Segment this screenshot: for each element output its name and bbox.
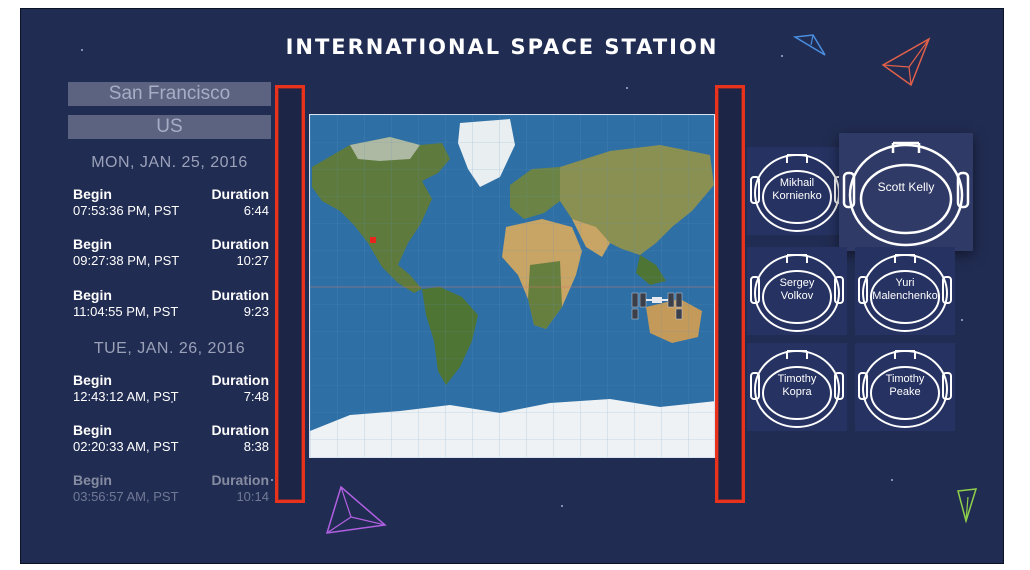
astronaut-name: Timothy Peake [865, 373, 945, 399]
triangle-icon-blue [793, 34, 826, 56]
begin-label: Begin [73, 287, 112, 303]
star [961, 319, 963, 321]
location-marker [370, 237, 376, 243]
astronaut-card-selected[interactable]: Scott Kelly [839, 133, 973, 251]
duration-label: Duration [211, 287, 269, 303]
astronaut-name-line1: Yuri [895, 277, 915, 289]
pass-row[interactable]: Begin 07:53:36 PM, PST Duration 6:44 [73, 186, 269, 222]
astronaut-name-line1: Sergey [779, 277, 815, 289]
begin-time: 12:43:12 AM, PST [73, 389, 179, 404]
begin-label: Begin [73, 372, 112, 388]
duration-value: 6:44 [243, 203, 269, 218]
astronaut-card[interactable]: Timothy Peake [855, 343, 955, 431]
duration-value: 8:38 [243, 439, 269, 454]
astronaut-name: Sergey Volkov [757, 277, 837, 303]
duration-label: Duration [211, 472, 269, 488]
astronaut-name: Mikhail Kornienko [757, 177, 837, 203]
begin-time: 03:56:57 AM, PST [73, 489, 179, 504]
astronaut-name: Timothy Kopra [757, 373, 837, 399]
pass-row[interactable]: Begin 11:04:55 PM, PST Duration 9:23 [73, 287, 269, 323]
duration-value: 10:27 [236, 253, 269, 268]
astronaut-card[interactable]: Timothy Kopra [747, 343, 847, 431]
astronaut-name-line1: Mikhail [779, 177, 815, 189]
astronaut-name-line2: Malenchenko [872, 290, 938, 302]
pass-row[interactable]: Begin 02:20:33 AM, PST Duration 8:38 [73, 422, 269, 458]
astronaut-card[interactable]: Sergey Volkov [747, 247, 847, 335]
duration-label: Duration [211, 186, 269, 202]
tv-screen: INTERNATIONAL SPACE STATION San Francisc… [20, 8, 1004, 564]
astronaut-card[interactable]: Yuri Malenchenko [855, 247, 955, 335]
focus-bar-right[interactable] [715, 85, 745, 503]
triangle-icon-orange [881, 37, 931, 87]
star [891, 479, 893, 481]
triangle-icon-purple [325, 485, 387, 534]
duration-label: Duration [211, 422, 269, 438]
duration-label: Duration [211, 236, 269, 252]
location-country[interactable]: US [68, 115, 271, 139]
astronaut-card[interactable]: Mikhail Kornienko [747, 147, 847, 235]
pass-row[interactable]: Begin 12:43:12 AM, PST Duration 7:48 [73, 372, 269, 408]
astronaut-name-line2: Peake [889, 386, 921, 398]
astronaut-name-line2: Volkov [780, 290, 814, 302]
map-grid [310, 115, 714, 457]
triangle-icon-green [957, 488, 978, 523]
duration-label: Duration [211, 372, 269, 388]
begin-time: 07:53:36 PM, PST [73, 203, 180, 218]
astronaut-name-line2: Kopra [782, 386, 812, 398]
astronaut-name-line1: Timothy [885, 373, 925, 385]
world-map[interactable] [309, 114, 715, 458]
duration-value: 7:48 [243, 389, 269, 404]
location-city[interactable]: San Francisco [68, 82, 271, 106]
astronaut-name: Scott Kelly [849, 181, 963, 194]
begin-label: Begin [73, 236, 112, 252]
date-heading: MON, JAN. 25, 2016 [91, 154, 248, 171]
begin-time: 11:04:55 PM, PST [73, 304, 179, 319]
focus-bar-left[interactable] [275, 85, 305, 503]
begin-time: 09:27:38 PM, PST [73, 253, 180, 268]
duration-value: 10:14 [236, 489, 269, 504]
begin-time: 02:20:33 AM, PST [73, 439, 179, 454]
duration-value: 9:23 [243, 304, 269, 319]
pass-row[interactable]: Begin 09:27:38 PM, PST Duration 10:27 [73, 236, 269, 272]
begin-label: Begin [73, 186, 112, 202]
star [626, 87, 628, 89]
page-title: INTERNATIONAL SPACE STATION [285, 35, 719, 59]
pass-row[interactable]: Begin 03:56:57 AM, PST Duration 10:14 [73, 472, 269, 508]
begin-label: Begin [73, 422, 112, 438]
world-map-graphic [310, 115, 714, 457]
star [561, 505, 563, 507]
star [271, 479, 273, 481]
astronaut-name-line1: Scott Kelly [877, 180, 935, 194]
astronaut-name-line2: Kornienko [772, 190, 822, 202]
astronaut-name-line1: Timothy [777, 373, 817, 385]
astronaut-name: Yuri Malenchenko [865, 277, 945, 303]
begin-label: Begin [73, 472, 112, 488]
date-heading: TUE, JAN. 26, 2016 [93, 340, 246, 357]
